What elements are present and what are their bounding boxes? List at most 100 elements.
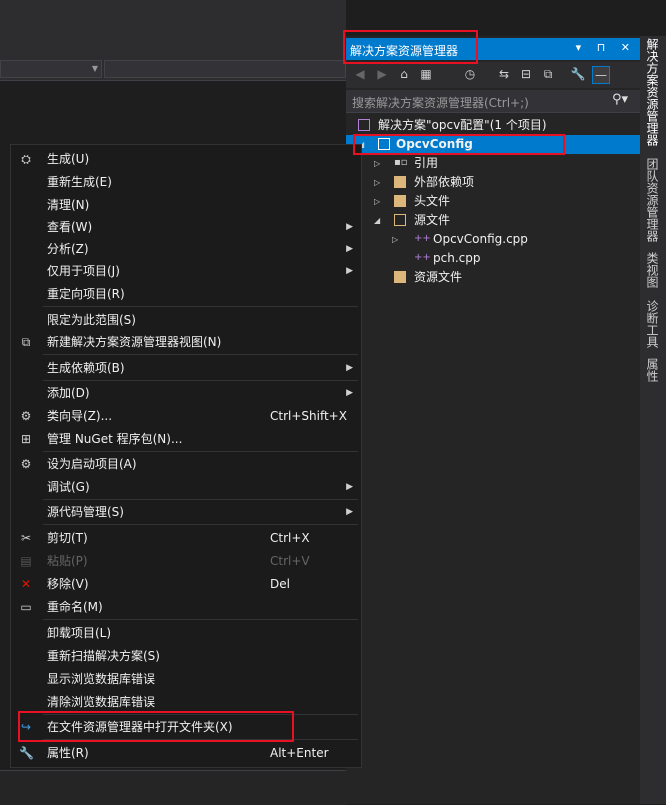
menu-item-debug[interactable]: 调试(G) ▶ (11, 476, 361, 498)
collapsed-arrow-icon[interactable]: ▷ (374, 192, 380, 211)
tree-label: 外部依赖项 (414, 175, 475, 189)
show-all-files-icon[interactable]: ⧉ (540, 66, 556, 82)
tree-item-resource-files[interactable]: 资源文件 (346, 268, 640, 287)
pending-changes-filter-icon[interactable]: ◷ (462, 66, 478, 82)
sync-icon[interactable]: ⇆ (496, 66, 512, 82)
menu-item-add[interactable]: 添加(D) ▶ (11, 382, 361, 404)
side-tab-properties[interactable]: 属性 (644, 358, 661, 382)
menu-item-retarget[interactable]: 重定向项目(R) (11, 283, 361, 305)
properties-wrench-icon[interactable]: 🔧 (570, 66, 586, 82)
preview-selected-icon[interactable]: — (592, 66, 610, 84)
tree-item-header-files[interactable]: ▷ 头文件 (346, 192, 640, 211)
tree-item-file[interactable]: ▷ ++ OpcvConfig.cpp (346, 230, 640, 249)
side-tab-solution-explorer[interactable]: 解决方案资源管理器 (644, 38, 661, 146)
menu-label: 新建解决方案资源管理器视图(N) (47, 335, 222, 349)
menu-item-show-db-errors[interactable]: 显示浏览数据库错误 (11, 668, 361, 690)
class-wizard-icon: ⚙ (20, 409, 32, 423)
menu-label: 限定为此范围(S) (47, 313, 136, 327)
menu-item-rescan[interactable]: 重新扫描解决方案(S) (11, 645, 361, 667)
tree-item-solution[interactable]: 解决方案"opcv配置"(1 个项目) (346, 116, 640, 135)
menu-label: 重新生成(E) (47, 175, 112, 189)
menu-item-properties[interactable]: 🔧 属性(R) Alt+Enter (11, 742, 361, 764)
tree-item-external-deps[interactable]: ▷ 外部依赖项 (346, 173, 640, 192)
project-scope-dropdown[interactable]: ▼ (0, 60, 102, 78)
submenu-arrow-icon: ▶ (346, 482, 353, 492)
menu-label: 重定向项目(R) (47, 287, 125, 301)
paste-icon: ▤ (20, 554, 32, 568)
folder-icon (394, 195, 406, 207)
submenu-arrow-icon: ▶ (346, 507, 353, 517)
forward-icon[interactable]: ▶ (374, 66, 390, 82)
search-icon[interactable]: ⚲▾ (612, 92, 628, 107)
side-tab-strip (640, 36, 666, 804)
submenu-arrow-icon: ▶ (346, 266, 353, 276)
menu-label: 管理 NuGet 程序包(N)... (47, 432, 183, 446)
menu-separator (43, 306, 358, 307)
menu-label: 添加(D) (47, 386, 90, 400)
menu-label: 移除(V) (47, 577, 89, 591)
menu-label: 属性(R) (47, 746, 89, 760)
menu-label: 分析(Z) (47, 242, 89, 256)
menu-separator (43, 380, 358, 381)
menu-item-build[interactable]: ⛭ 生成(U) (11, 148, 361, 170)
rename-icon: ▭ (20, 600, 32, 614)
expanded-arrow-icon[interactable]: ◢ (374, 211, 380, 230)
menu-separator (43, 524, 358, 525)
menu-item-new-se-view[interactable]: ⧉ 新建解决方案资源管理器视图(N) (11, 331, 361, 353)
menu-item-remove[interactable]: ✕ 移除(V) Del (11, 573, 361, 595)
tree-label: 头文件 (414, 194, 451, 208)
document-tab-strip (0, 0, 346, 58)
menu-item-view[interactable]: 查看(W) ▶ (11, 216, 361, 238)
folder-icon (394, 271, 406, 283)
menu-item-rename[interactable]: ▭ 重命名(M) (11, 596, 361, 618)
menu-item-clean[interactable]: 清理(N) (11, 194, 361, 216)
tree-item-references[interactable]: ▷ ▪▫ 引用 (346, 154, 640, 173)
submenu-arrow-icon: ▶ (346, 363, 353, 373)
shortcut-text: Del (270, 577, 290, 591)
nuget-icon: ⊞ (20, 432, 32, 446)
menu-item-clear-db-errors[interactable]: 清除浏览数据库错误 (11, 691, 361, 713)
wrench-icon: 🔧 (19, 746, 34, 760)
switch-views-icon[interactable]: ▦ (418, 66, 434, 82)
submenu-arrow-icon: ▶ (346, 222, 353, 232)
collapsed-arrow-icon[interactable]: ▷ (374, 154, 380, 173)
menu-item-cut[interactable]: ✂ 剪切(T) Ctrl+X (11, 527, 361, 549)
remove-x-icon: ✕ (20, 577, 32, 591)
cpp-file-icon: ++ (414, 233, 431, 244)
submenu-arrow-icon: ▶ (346, 388, 353, 398)
references-icon: ▪▫ (394, 157, 408, 168)
menu-label: 显示浏览数据库错误 (47, 672, 156, 686)
tree-label: 解决方案"opcv配置"(1 个项目) (378, 118, 547, 132)
annotation-box-project (353, 134, 565, 155)
menu-item-unload[interactable]: 卸载项目(L) (11, 622, 361, 644)
tree-label: pch.cpp (433, 251, 481, 265)
menu-item-analyze[interactable]: 分析(Z) ▶ (11, 238, 361, 260)
annotation-box-title (343, 30, 478, 64)
member-scope-dropdown[interactable] (104, 60, 346, 78)
menu-label: 重新扫描解决方案(S) (47, 649, 160, 663)
menu-item-project-only[interactable]: 仅用于项目(J) ▶ (11, 260, 361, 282)
menu-item-set-startup[interactable]: ⚙ 设为启动项目(A) (11, 453, 361, 475)
menu-label: 清理(N) (47, 198, 90, 212)
side-tab-class-view[interactable]: 类视图 (644, 252, 661, 288)
new-view-icon: ⧉ (21, 335, 31, 349)
collapse-all-icon[interactable]: ⊟ (518, 66, 534, 82)
tree-item-file[interactable]: ++ pch.cpp (346, 249, 640, 268)
side-tab-team-explorer[interactable]: 团队资源管理器 (644, 158, 661, 242)
menu-separator (43, 451, 358, 452)
collapsed-arrow-icon[interactable]: ▷ (392, 230, 398, 249)
tree-item-source-files[interactable]: ◢ 源文件 (346, 211, 640, 230)
open-folder-icon (394, 214, 406, 226)
menu-item-scope-to-this[interactable]: 限定为此范围(S) (11, 309, 361, 331)
collapsed-arrow-icon[interactable]: ▷ (374, 173, 380, 192)
side-tab-diagnostic-tools[interactable]: 诊断工具 (644, 300, 661, 348)
menu-item-build-deps[interactable]: 生成依赖项(B) ▶ (11, 357, 361, 379)
menu-item-rebuild[interactable]: 重新生成(E) (11, 171, 361, 193)
window-controls[interactable]: ▾ ⊓ ✕ (576, 41, 636, 54)
menu-item-manage-nuget[interactable]: ⊞ 管理 NuGet 程序包(N)... (11, 428, 361, 450)
back-icon[interactable]: ◀ (352, 66, 368, 82)
menu-item-source-control[interactable]: 源代码管理(S) ▶ (11, 501, 361, 523)
menu-label: 生成(U) (47, 152, 90, 166)
home-icon[interactable]: ⌂ (396, 66, 412, 82)
menu-item-class-wizard[interactable]: ⚙ 类向导(Z)... Ctrl+Shift+X (11, 405, 361, 427)
